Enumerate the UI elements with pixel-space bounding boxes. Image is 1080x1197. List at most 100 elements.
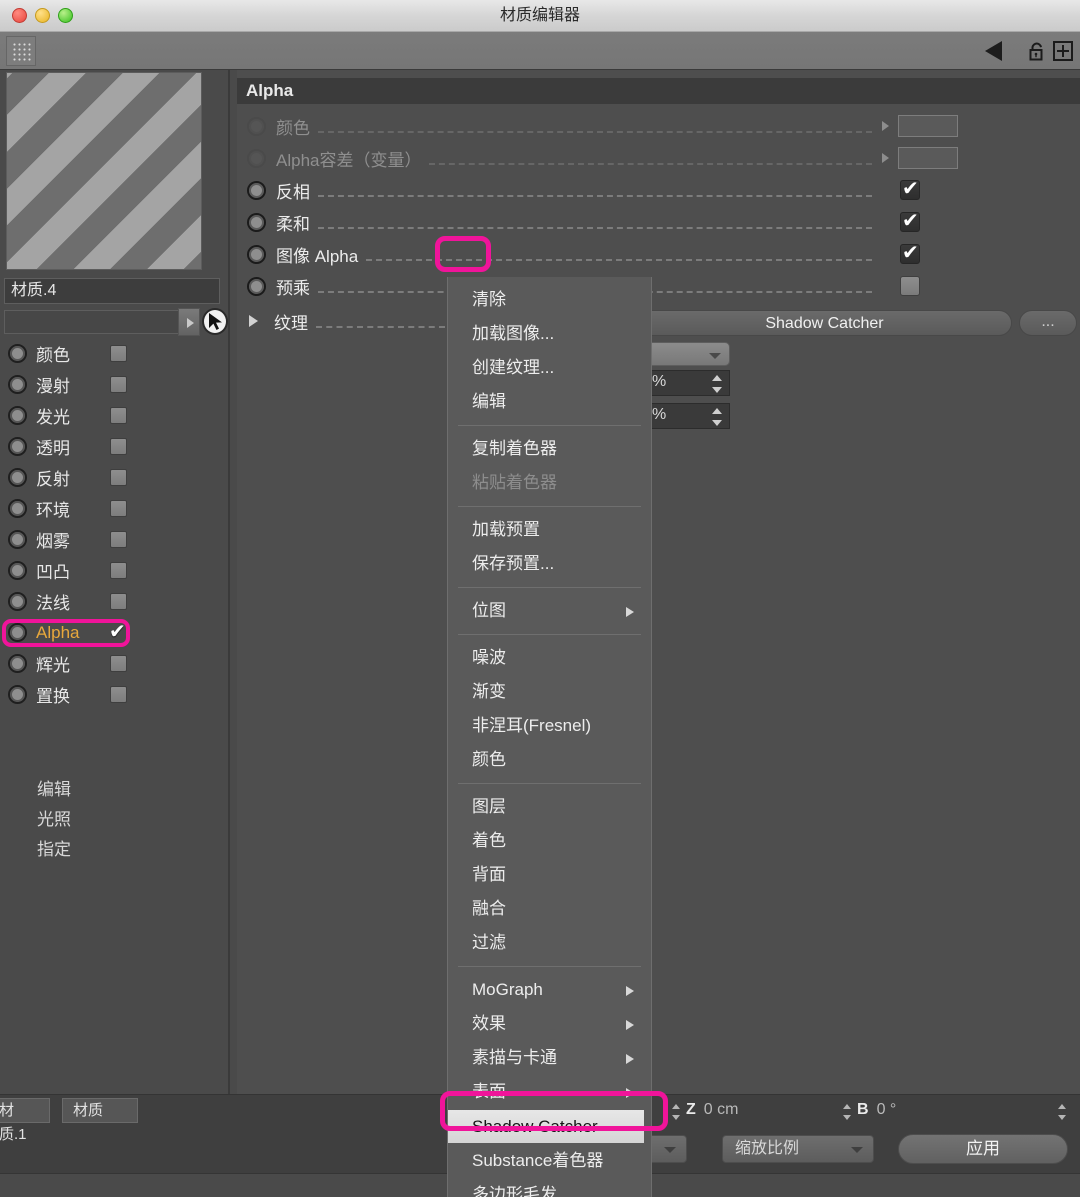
channel-row-辉光[interactable]: 辉光 bbox=[0, 648, 230, 679]
menu-item-18[interactable]: 图层 bbox=[448, 790, 651, 824]
triangle-right-icon[interactable] bbox=[249, 315, 258, 327]
channel-checkbox[interactable] bbox=[110, 469, 127, 486]
material-preview[interactable] bbox=[6, 72, 202, 270]
triangle-right-icon[interactable] bbox=[882, 121, 889, 131]
property-checkbox[interactable] bbox=[900, 276, 920, 296]
channel-radio[interactable] bbox=[8, 499, 27, 518]
channel-checkbox[interactable] bbox=[110, 345, 127, 362]
sidebar-action-2[interactable]: 指定 bbox=[0, 835, 230, 865]
property-radio[interactable] bbox=[247, 180, 266, 200]
channel-radio[interactable] bbox=[8, 685, 27, 704]
menu-item-19[interactable]: 着色 bbox=[448, 824, 651, 858]
channel-checkbox[interactable] bbox=[110, 686, 127, 703]
property-checkbox[interactable] bbox=[900, 241, 920, 265]
close-button[interactable] bbox=[12, 8, 27, 23]
scale-dropdown[interactable]: 缩放比例 bbox=[722, 1135, 874, 1163]
menu-item-9[interactable]: 保存预置... bbox=[448, 547, 651, 581]
channel-radio[interactable] bbox=[8, 530, 27, 549]
channel-row-发光[interactable]: 发光 bbox=[0, 400, 230, 431]
menu-item-5[interactable]: 复制着色器 bbox=[448, 432, 651, 466]
menu-item-30[interactable]: 多边形毛发 bbox=[448, 1178, 651, 1197]
channel-row-法线[interactable]: 法线 bbox=[0, 586, 230, 617]
channel-checkbox[interactable] bbox=[110, 655, 127, 672]
menu-item-25[interactable]: 效果 bbox=[448, 1007, 651, 1041]
material-name-field[interactable]: 材质.4 bbox=[4, 278, 220, 304]
channel-radio[interactable] bbox=[8, 592, 27, 611]
channel-checkmark-icon[interactable]: ✔ bbox=[109, 622, 126, 642]
menu-item-24[interactable]: MoGraph bbox=[448, 973, 651, 1007]
channel-radio[interactable] bbox=[8, 375, 27, 394]
color-swatch[interactable] bbox=[898, 147, 958, 169]
channel-checkbox[interactable] bbox=[110, 376, 127, 393]
coord-z[interactable]: Z 0 cm bbox=[686, 1101, 738, 1123]
channel-radio[interactable] bbox=[8, 623, 27, 642]
channel-checkbox[interactable] bbox=[110, 438, 127, 455]
triangle-right-icon[interactable] bbox=[882, 153, 889, 163]
channel-row-漫射[interactable]: 漫射 bbox=[0, 369, 230, 400]
channel-row-透明[interactable]: 透明 bbox=[0, 431, 230, 462]
property-radio[interactable] bbox=[247, 148, 266, 168]
menu-item-28[interactable]: Shadow Catcher bbox=[448, 1110, 644, 1143]
triangle-right-icon[interactable] bbox=[178, 308, 200, 336]
channel-checkbox[interactable] bbox=[110, 593, 127, 610]
shader-options-button[interactable]: ... bbox=[1019, 310, 1077, 336]
percent-field-1[interactable]: % bbox=[645, 370, 730, 396]
menu-item-14[interactable]: 渐变 bbox=[448, 675, 651, 709]
channel-radio[interactable] bbox=[8, 561, 27, 580]
stepper-arrows-icon[interactable] bbox=[712, 375, 722, 393]
triangle-left-icon[interactable] bbox=[985, 41, 1002, 61]
channel-checkbox[interactable] bbox=[110, 562, 127, 579]
property-radio[interactable] bbox=[247, 116, 266, 136]
menu-item-13[interactable]: 噪波 bbox=[448, 641, 651, 675]
plus-box-icon[interactable] bbox=[1052, 40, 1074, 62]
menu-item-27[interactable]: 表面 bbox=[448, 1075, 651, 1109]
menu-item-15[interactable]: 非涅耳(Fresnel) bbox=[448, 709, 651, 743]
coord-b[interactable]: B 0 ° bbox=[857, 1101, 896, 1123]
property-radio[interactable] bbox=[247, 276, 266, 296]
menu-item-21[interactable]: 融合 bbox=[448, 892, 651, 926]
menu-item-11[interactable]: 位图 bbox=[448, 594, 651, 628]
channel-row-环境[interactable]: 环境 bbox=[0, 493, 230, 524]
stepper-arrows-icon[interactable] bbox=[1058, 1104, 1067, 1120]
channel-row-置换[interactable]: 置换 bbox=[0, 679, 230, 710]
padlock-open-icon[interactable] bbox=[1026, 40, 1048, 62]
channel-checkbox[interactable] bbox=[110, 531, 127, 548]
color-swatch[interactable] bbox=[898, 115, 958, 137]
menu-item-1[interactable]: 加载图像... bbox=[448, 317, 651, 351]
channel-radio[interactable] bbox=[8, 654, 27, 673]
property-radio[interactable] bbox=[247, 212, 266, 232]
channel-checkbox[interactable] bbox=[110, 407, 127, 424]
menu-item-26[interactable]: 素描与卡通 bbox=[448, 1041, 651, 1075]
percent-field-2[interactable]: % bbox=[645, 403, 730, 429]
channel-radio[interactable] bbox=[8, 437, 27, 456]
channel-checkbox[interactable] bbox=[110, 500, 127, 517]
maximize-button[interactable] bbox=[58, 8, 73, 23]
menu-item-20[interactable]: 背面 bbox=[448, 858, 651, 892]
menu-item-3[interactable]: 编辑 bbox=[448, 385, 651, 419]
minimize-button[interactable] bbox=[35, 8, 50, 23]
menu-item-0[interactable]: 清除 bbox=[448, 283, 651, 317]
stepper-arrows-icon[interactable] bbox=[672, 1104, 681, 1120]
menu-item-22[interactable]: 过滤 bbox=[448, 926, 651, 960]
menu-item-8[interactable]: 加载预置 bbox=[448, 513, 651, 547]
search-input[interactable] bbox=[4, 310, 179, 334]
property-checkbox[interactable] bbox=[900, 209, 920, 233]
property-checkbox[interactable] bbox=[900, 177, 920, 201]
channel-radio[interactable] bbox=[8, 406, 27, 425]
stepper-arrows-icon[interactable] bbox=[712, 408, 722, 426]
apply-button[interactable]: 应用 bbox=[898, 1134, 1068, 1164]
channel-radio[interactable] bbox=[8, 468, 27, 487]
menu-item-16[interactable]: 颜色 bbox=[448, 743, 651, 777]
grip-dots-icon[interactable] bbox=[6, 36, 36, 66]
stepper-arrows-icon[interactable] bbox=[843, 1104, 852, 1120]
mix-mode-dropdown[interactable] bbox=[645, 342, 730, 366]
sidebar-action-1[interactable]: 光照 bbox=[0, 805, 230, 835]
channel-row-凹凸[interactable]: 凹凸 bbox=[0, 555, 230, 586]
channel-row-反射[interactable]: 反射 bbox=[0, 462, 230, 493]
channel-row-烟雾[interactable]: 烟雾 bbox=[0, 524, 230, 555]
sidebar-action-0[interactable]: 编辑 bbox=[0, 775, 230, 805]
cursor-arrow-icon[interactable] bbox=[202, 308, 228, 335]
channel-row-alpha[interactable]: Alpha ✔ bbox=[0, 617, 230, 648]
menu-item-2[interactable]: 创建纹理... bbox=[448, 351, 651, 385]
channel-row-颜色[interactable]: 颜色 bbox=[0, 338, 230, 369]
